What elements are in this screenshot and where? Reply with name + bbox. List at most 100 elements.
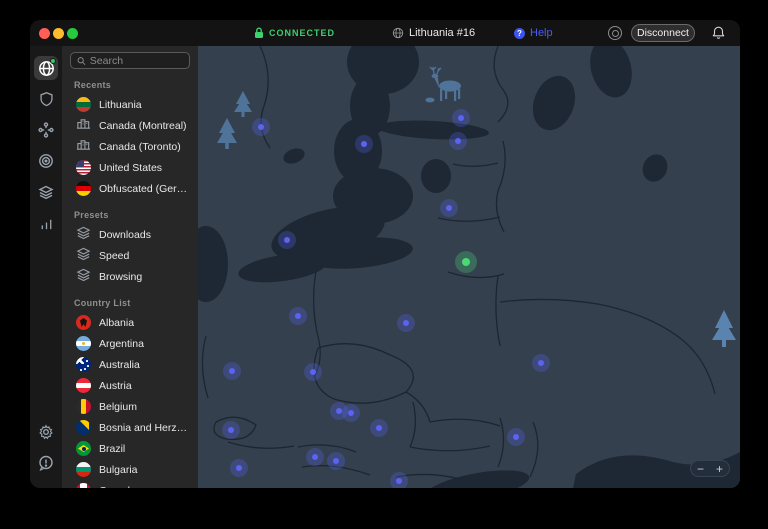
preset-item-label: Browsing <box>99 271 142 283</box>
recent-item-label: Canada (Montreal) <box>99 120 187 132</box>
preset-item[interactable]: Downloads <box>70 224 190 245</box>
support-bubble-icon <box>38 455 54 471</box>
country-item-label: Austria <box>99 380 132 392</box>
map-pin[interactable] <box>390 472 408 488</box>
map-pin[interactable] <box>327 452 345 470</box>
map-pin[interactable] <box>223 362 241 380</box>
country-item-label: Brazil <box>99 443 125 455</box>
nav-presets-button[interactable] <box>34 180 58 204</box>
settings-button[interactable] <box>34 420 58 444</box>
brazil-flag-icon <box>76 441 91 456</box>
map-view[interactable]: − + <box>198 46 740 488</box>
map-pin[interactable] <box>304 363 322 381</box>
target-circles-icon <box>38 153 54 169</box>
nav-statistics-button[interactable] <box>34 211 58 235</box>
map-pin[interactable] <box>230 459 248 477</box>
argentina-flag-icon <box>76 336 91 351</box>
search-icon <box>77 56 86 66</box>
map-pin[interactable] <box>532 354 550 372</box>
titlebar: CONNECTED Lithuania #16 ? Help Disconnec… <box>30 20 740 46</box>
map-pin[interactable] <box>440 199 458 217</box>
maximize-window-button[interactable] <box>67 28 78 39</box>
country-item-label: Argentina <box>99 338 144 350</box>
country-item[interactable]: Australia <box>70 354 190 375</box>
map-zoom-control: − + <box>690 460 730 477</box>
layers-icon <box>76 246 91 266</box>
layers-icon <box>76 267 91 287</box>
zoom-out-button[interactable]: − <box>695 463 706 475</box>
country-list-section-title: Country List <box>74 298 190 308</box>
help-question-icon: ? <box>514 28 525 39</box>
map-pin[interactable] <box>342 404 360 422</box>
recent-item[interactable]: Canada (Toronto) <box>70 136 190 157</box>
canada-flag-icon <box>76 483 91 488</box>
map-pin[interactable] <box>507 428 525 446</box>
map-pin[interactable] <box>252 118 270 136</box>
country-item[interactable]: Austria <box>70 375 190 396</box>
zoom-in-button[interactable]: + <box>714 463 725 475</box>
recent-item[interactable]: United States <box>70 157 190 178</box>
map-pin[interactable] <box>222 421 240 439</box>
recent-item[interactable]: Canada (Montreal) <box>70 115 190 136</box>
map-pins <box>198 46 740 488</box>
recent-item-label: Canada (Toronto) <box>99 141 181 153</box>
country-item[interactable]: Canada <box>70 480 190 488</box>
connection-status-label: CONNECTED <box>269 28 335 38</box>
nordvpn-window: CONNECTED Lithuania #16 ? Help Disconnec… <box>30 20 740 488</box>
city-buildings-icon <box>76 137 91 157</box>
nav-map-button[interactable] <box>34 56 58 80</box>
map-pin[interactable] <box>449 132 467 150</box>
map-pin[interactable] <box>452 109 470 127</box>
layers-icon <box>38 184 54 200</box>
map-pin[interactable] <box>289 307 307 325</box>
shield-icon <box>39 91 54 107</box>
country-item[interactable]: Albania <box>70 312 190 333</box>
help-button[interactable]: ? Help <box>514 20 553 46</box>
preset-item[interactable]: Speed <box>70 245 190 266</box>
map-pin[interactable] <box>278 231 296 249</box>
country-item-label: Bosnia and Herzegovi... <box>99 422 190 434</box>
search-input[interactable] <box>90 55 183 67</box>
country-item[interactable]: Belgium <box>70 396 190 417</box>
map-pin[interactable] <box>370 419 388 437</box>
connection-status: CONNECTED <box>254 20 335 46</box>
support-button[interactable] <box>34 451 58 475</box>
country-item-label: Bulgaria <box>99 464 138 476</box>
country-item[interactable]: Brazil <box>70 438 190 459</box>
australia-flag-icon <box>76 357 91 372</box>
map-pin[interactable] <box>306 448 324 466</box>
country-item-label: Belgium <box>99 401 137 413</box>
current-server: Lithuania #16 <box>392 20 475 46</box>
belgium-flag-icon <box>76 399 91 414</box>
recent-item-label: United States <box>99 162 162 174</box>
country-item[interactable]: Argentina <box>70 333 190 354</box>
map-pin-connected[interactable] <box>455 251 477 273</box>
country-item-label: Albania <box>99 317 134 329</box>
nav-meshnet-button[interactable] <box>34 118 58 142</box>
recents-section-title: Recents <box>74 80 190 90</box>
sidebar: Recents Lithuania Canada (Montreal) <box>62 46 198 488</box>
nav-threat-protection-button[interactable] <box>34 87 58 111</box>
disconnect-button[interactable]: Disconnect <box>631 24 695 42</box>
recent-item[interactable]: Lithuania <box>70 94 190 115</box>
country-item[interactable]: Bulgaria <box>70 459 190 480</box>
preset-item[interactable]: Browsing <box>70 266 190 287</box>
city-buildings-icon <box>76 116 91 136</box>
lock-icon <box>254 27 264 39</box>
country-item[interactable]: Bosnia and Herzegovi... <box>70 417 190 438</box>
search-box[interactable] <box>70 52 190 69</box>
united-states-flag-icon <box>76 160 91 175</box>
recent-item-label: Lithuania <box>99 99 142 111</box>
map-pin[interactable] <box>397 314 415 332</box>
nav-dedicated-ip-button[interactable] <box>34 149 58 173</box>
gear-icon <box>38 424 54 440</box>
main-content: Recents Lithuania Canada (Montreal) <box>30 46 740 488</box>
privacy-visibility-icon[interactable] <box>608 26 622 40</box>
country-item-label: Canada <box>99 485 136 489</box>
bulgaria-flag-icon <box>76 462 91 477</box>
close-window-button[interactable] <box>39 28 50 39</box>
minimize-window-button[interactable] <box>53 28 64 39</box>
recent-item[interactable]: Obfuscated (Germany) <box>70 178 190 199</box>
map-pin[interactable] <box>355 135 373 153</box>
notifications-bell-icon[interactable] <box>712 26 725 40</box>
